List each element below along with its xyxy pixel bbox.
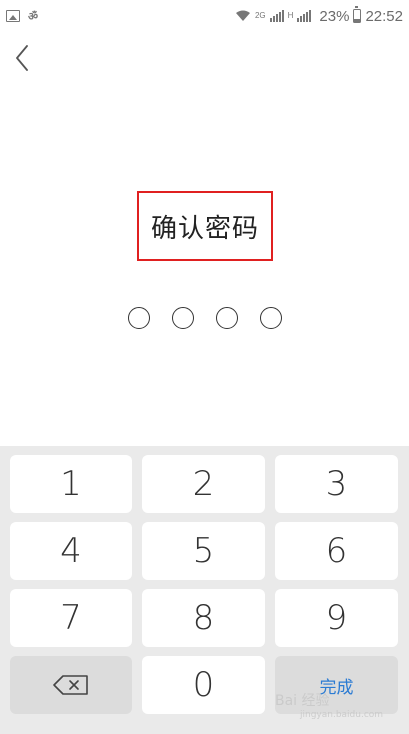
pin-dot [260, 307, 282, 329]
key-4[interactable]: 4 [10, 522, 132, 580]
pin-indicator [128, 307, 282, 329]
signal-icon-2 [297, 10, 312, 22]
key-5[interactable]: 5 [142, 522, 265, 580]
network-type-label-2: H [287, 11, 294, 20]
key-2[interactable]: 2 [142, 455, 265, 513]
key-0[interactable]: 0 [142, 656, 265, 714]
back-button[interactable] [8, 40, 36, 76]
wifi-icon [235, 10, 250, 21]
backspace-button[interactable] [10, 656, 132, 714]
key-1[interactable]: 1 [10, 455, 132, 513]
backspace-icon [53, 675, 88, 695]
status-bar-right: 2G H 23% 22:52 [235, 6, 403, 25]
key-8[interactable]: 8 [142, 589, 265, 647]
signal-icon [269, 10, 284, 22]
chevron-left-icon [16, 45, 28, 71]
page-title: 确认密码 [150, 213, 259, 244]
status-time: 22:52 [365, 7, 403, 25]
network-type-label: 2G [254, 11, 266, 20]
keypad-grid: 1 2 3 4 5 6 7 8 9 0 完成 [10, 455, 399, 714]
done-button[interactable]: 完成 [275, 656, 398, 714]
key-9[interactable]: 9 [275, 589, 398, 647]
title-highlight-box: 确认密码 [137, 191, 273, 261]
done-label: 完成 [319, 677, 354, 698]
pin-dot [172, 307, 194, 329]
notification-icon: ॐ [28, 9, 39, 23]
gallery-icon [6, 10, 20, 22]
pin-dot [128, 307, 150, 329]
pin-dot [216, 307, 238, 329]
battery-icon [353, 6, 362, 23]
key-7[interactable]: 7 [10, 589, 132, 647]
battery-percent: 23% [319, 7, 350, 25]
status-bar: ॐ 2G H 23% 22:52 [0, 0, 409, 32]
numeric-keypad: 1 2 3 4 5 6 7 8 9 0 完成 [0, 446, 409, 734]
status-bar-left: ॐ [6, 9, 38, 24]
key-3[interactable]: 3 [275, 455, 398, 513]
key-6[interactable]: 6 [275, 522, 398, 580]
